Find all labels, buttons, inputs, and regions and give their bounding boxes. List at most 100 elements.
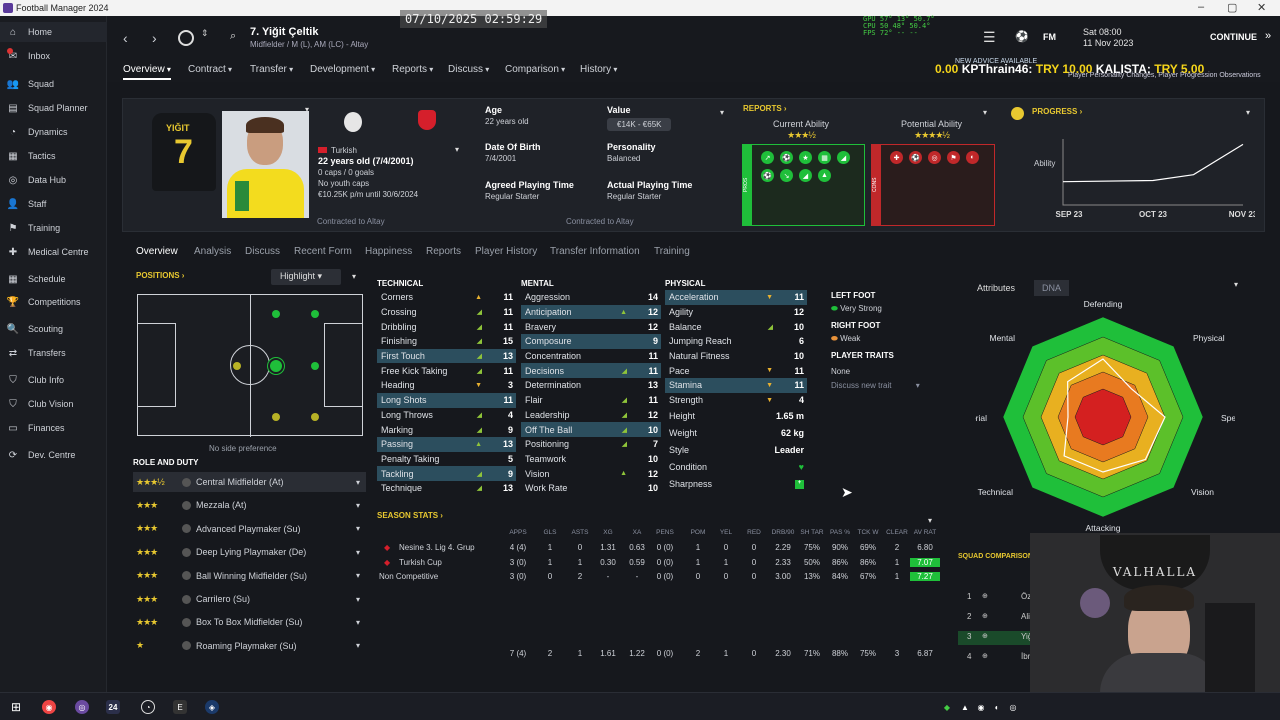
attribute-row[interactable]: Finishing ◢ 15: [377, 334, 516, 349]
radar-dropdown-icon[interactable]: ▾: [1234, 280, 1238, 289]
sidebar-item-competitions[interactable]: 🏆 Competitions: [0, 292, 107, 312]
reports-dropdown-icon[interactable]: ▾: [983, 108, 987, 117]
attribute-row[interactable]: Off The Ball ◢ 10: [521, 422, 661, 437]
squad-row[interactable]: 4 ⊕ İbr: [958, 651, 1034, 665]
menu-history[interactable]: History ▾: [580, 64, 617, 75]
sidebar-item-schedule[interactable]: ▦ Schedule: [0, 269, 107, 289]
pro-icon[interactable]: ▲: [818, 169, 831, 182]
season-row[interactable]: Non Competitive 3 (0) 0 2 - - 0 (0) 0 0 0 3.00 13% 8…: [375, 572, 940, 586]
windows-icon[interactable]: ⊞: [9, 700, 23, 714]
chevron-down-icon[interactable]: ▾: [356, 595, 360, 604]
attribute-row[interactable]: Agility 12: [665, 305, 807, 320]
role-row[interactable]: ★★★ Ball Winning Midfielder (Su) ▾: [133, 566, 366, 586]
pro-icon[interactable]: ⚽: [761, 169, 774, 182]
role-row[interactable]: ★★★ Carrilero (Su) ▾: [133, 589, 366, 609]
role-row[interactable]: ★★★ Deep Lying Playmaker (De) ▾: [133, 542, 366, 562]
attribute-row[interactable]: Balance ◢ 10: [665, 319, 807, 334]
pro-icon[interactable]: ↘: [780, 169, 793, 182]
attribute-row[interactable]: Tackling ◢ 9: [377, 466, 516, 481]
tab-attributes[interactable]: Attributes: [977, 283, 1015, 293]
pro-icon[interactable]: ★: [799, 151, 812, 164]
continue-button[interactable]: CONTINUE: [1210, 32, 1257, 42]
sidebar-item-medical-centre[interactable]: ✚ Medical Centre: [0, 242, 107, 262]
sidebar-item-home[interactable]: ⌂ Home: [0, 22, 107, 42]
continue-arrows-icon[interactable]: »: [1265, 30, 1271, 42]
position-dot[interactable]: [272, 310, 280, 318]
attribute-row[interactable]: Free Kick Taking ◢ 11: [377, 363, 516, 378]
fm-button[interactable]: FM: [1043, 32, 1056, 42]
menu-contract[interactable]: Contract ▾: [188, 64, 232, 75]
attribute-row[interactable]: Acceleration ▼ 11: [665, 290, 807, 305]
sidebar-item-data-hub[interactable]: ◎ Data Hub: [0, 170, 107, 190]
minimize-button[interactable]: –: [1198, 1, 1204, 13]
subtab-discuss[interactable]: Discuss: [245, 246, 280, 257]
menu-discuss[interactable]: Discuss ▾: [448, 64, 489, 75]
menu-hamburger-icon[interactable]: ☰: [983, 29, 996, 46]
menu-transfer[interactable]: Transfer ▾: [250, 64, 293, 75]
attribute-row[interactable]: Vision ▲ 12: [521, 466, 661, 481]
pro-icon[interactable]: ⚽: [780, 151, 793, 164]
positions-link[interactable]: POSITIONS ›: [136, 271, 184, 280]
attribute-row[interactable]: Leadership ◢ 12: [521, 408, 661, 423]
sidebar-item-finances[interactable]: ▭ Finances: [0, 418, 107, 438]
subtab-reports[interactable]: Reports: [426, 246, 461, 257]
squad-row[interactable]: 2 ⊕ Ali: [958, 611, 1034, 625]
photo-dropdown-icon[interactable]: ▾: [305, 105, 309, 114]
close-button[interactable]: ✕: [1257, 1, 1266, 14]
tray-icon[interactable]: ◐: [990, 700, 1004, 714]
epic-icon[interactable]: E: [173, 700, 187, 714]
info-icon[interactable]: [182, 641, 191, 651]
club-crest-icon[interactable]: [178, 30, 194, 46]
highlight-dropdown[interactable]: Highlight ▾: [271, 269, 341, 285]
attribute-row[interactable]: Determination 13: [521, 378, 661, 393]
obs-icon[interactable]: ◎: [75, 700, 89, 714]
back-arrow-icon[interactable]: ‹: [123, 30, 128, 46]
subtab-recent-form[interactable]: Recent Form: [294, 246, 352, 257]
attribute-row[interactable]: Natural Fitness 10: [665, 349, 807, 364]
menu-reports[interactable]: Reports ▾: [392, 64, 433, 75]
position-dot[interactable]: [272, 413, 280, 421]
info-icon[interactable]: [182, 594, 191, 604]
attribute-row[interactable]: Decisions ◢ 11: [521, 363, 661, 379]
attribute-row[interactable]: Anticipation ▲ 12: [521, 304, 661, 320]
attribute-row[interactable]: Passing ▲ 13: [377, 436, 516, 452]
con-icon[interactable]: ⚽: [909, 151, 922, 164]
chevron-down-icon[interactable]: ▾: [356, 571, 360, 580]
chevron-down-icon[interactable]: ▾: [356, 641, 360, 650]
pro-icon[interactable]: ◢: [799, 169, 812, 182]
attribute-row[interactable]: Technique ◢ 13: [377, 481, 516, 496]
progress-link[interactable]: PROGRESS ›: [1032, 107, 1082, 116]
position-dot[interactable]: [311, 362, 319, 370]
role-row[interactable]: ★★★½ Central Midfielder (At) ▾: [133, 472, 366, 492]
subtab-transfer-information[interactable]: Transfer Information: [550, 246, 640, 257]
pros-box[interactable]: PROS ↗ ⚽ ★ ▦ ◢ ⚽ ↘ ◢ ▲: [742, 144, 865, 226]
attribute-row[interactable]: Marking ◢ 9: [377, 422, 516, 437]
attribute-row[interactable]: Pace ▼ 11: [665, 363, 807, 378]
tray-icon[interactable]: ▲: [958, 700, 972, 714]
pro-icon[interactable]: ↗: [761, 151, 774, 164]
ball-icon[interactable]: ⚽: [1015, 30, 1029, 43]
forward-arrow-icon[interactable]: ›: [152, 30, 157, 46]
chevron-down-icon[interactable]: ▾: [356, 478, 360, 487]
search-icon[interactable]: ⌕: [230, 30, 236, 43]
sidebar-item-inbox[interactable]: ✉ Inbox: [0, 46, 107, 66]
subtab-happiness[interactable]: Happiness: [365, 246, 412, 257]
role-row[interactable]: ★★★ Advanced Playmaker (Su) ▾: [133, 519, 366, 539]
chevron-down-icon[interactable]: ▾: [356, 548, 360, 557]
position-dot[interactable]: [311, 310, 319, 318]
attribute-row[interactable]: Stamina ▼ 11: [665, 378, 807, 393]
attribute-row[interactable]: Crossing ◢ 11: [377, 305, 516, 320]
position-dot[interactable]: [311, 413, 319, 421]
chevron-down-icon[interactable]: ▾: [356, 618, 360, 627]
info-icon[interactable]: [182, 571, 191, 581]
fm24-icon[interactable]: 24: [106, 700, 120, 714]
progress-dropdown-icon[interactable]: ▾: [1246, 108, 1250, 117]
season-dropdown-icon[interactable]: ▾: [928, 516, 932, 525]
steam-icon[interactable]: ◈: [205, 700, 219, 714]
info-icon[interactable]: [182, 500, 191, 510]
attribute-row[interactable]: Aggression 14: [521, 290, 661, 305]
tray-icon[interactable]: ◉: [974, 700, 988, 714]
app-icon[interactable]: ◔: [141, 700, 155, 714]
attribute-row[interactable]: First Touch ◢ 13: [377, 348, 516, 364]
positions-menu-icon[interactable]: ▾: [352, 272, 356, 281]
